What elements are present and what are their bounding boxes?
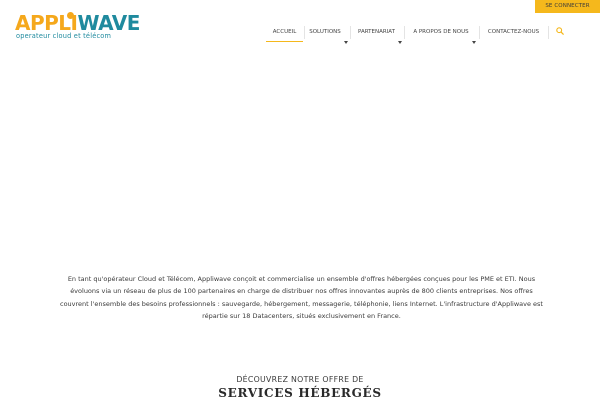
section-subtitle: DÉCOUVREZ NOTRE OFFRE DE	[236, 375, 364, 384]
chevron-down-icon	[472, 41, 476, 44]
intro-paragraph: En tant qu'opérateur Cloud et Télécom, A…	[60, 275, 543, 320]
nav-item-solutions[interactable]: SOLUTIONS	[305, 24, 345, 42]
search-icon[interactable]	[556, 27, 564, 35]
nav-item-a-propos[interactable]: A PROPOS DE NOUS	[405, 24, 477, 42]
nav-item-contact[interactable]: CONTACTEZ-NOUS	[480, 24, 547, 42]
section-title: SERVICES HÉBERGÉS	[218, 386, 382, 400]
nav-item-accueil[interactable]: ACCUEIL	[266, 24, 303, 42]
main-nav: ACCUEIL SOLUTIONS PARTENARIAT A PROPOS D…	[0, 24, 600, 46]
login-button[interactable]: SE CONNECTER	[535, 0, 600, 13]
chevron-down-icon	[344, 41, 348, 44]
nav-divider	[548, 26, 549, 39]
chevron-down-icon	[398, 41, 402, 44]
logo-dot	[67, 12, 74, 19]
nav-item-partenariat[interactable]: PARTENARIAT	[351, 24, 402, 42]
